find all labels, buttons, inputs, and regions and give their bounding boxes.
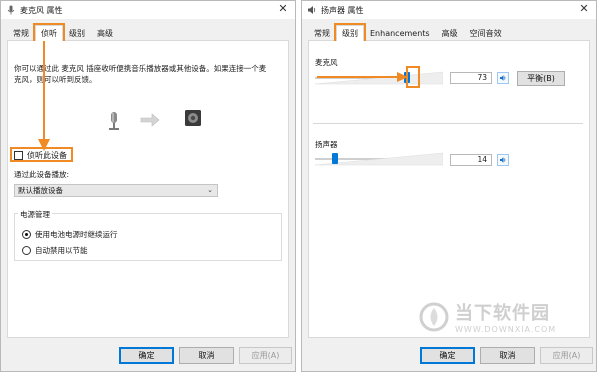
power-option-label: 使用电池电源时继续运行 bbox=[35, 230, 118, 239]
tab-general[interactable]: 常规 bbox=[7, 25, 35, 41]
speaker-icon bbox=[184, 109, 202, 127]
tab-advanced[interactable]: 高级 bbox=[436, 25, 464, 41]
chevron-down-icon: ⌄ bbox=[207, 186, 213, 194]
annotation-arrow bbox=[317, 72, 408, 82]
tab-enhancements[interactable]: Enhancements bbox=[364, 25, 436, 41]
ok-button[interactable]: 确定 bbox=[119, 347, 174, 364]
listen-checkbox[interactable] bbox=[14, 151, 23, 160]
level-value-input[interactable]: 14 bbox=[450, 154, 492, 166]
watermark: 当下软件园 WWW.DOWNXIA.COM bbox=[419, 299, 556, 334]
power-option-disable[interactable]: 自动禁用以节能 bbox=[22, 245, 88, 256]
close-icon[interactable]: ✕ bbox=[578, 3, 590, 15]
radio-button[interactable] bbox=[22, 230, 31, 239]
level-name: 麦克风 bbox=[315, 58, 338, 67]
close-icon[interactable]: ✕ bbox=[277, 3, 289, 15]
arrow-right-icon bbox=[140, 113, 160, 127]
annotation-arrow bbox=[38, 41, 50, 151]
title-bar: 扬声器 属性 ✕ bbox=[302, 1, 596, 19]
tab-listen[interactable]: 侦听 bbox=[33, 23, 65, 43]
watermark-text: 当下软件园 bbox=[455, 303, 550, 324]
tab-strip: 常规 级别 Enhancements 高级 空间音效 bbox=[308, 23, 590, 43]
tab-levels[interactable]: 级别 bbox=[334, 23, 366, 43]
playback-device-select[interactable]: 默认播放设备 ⌄ bbox=[14, 184, 218, 197]
cancel-button[interactable]: 取消 bbox=[480, 347, 535, 364]
description-line: 克风，则可以听到反馈。 bbox=[14, 75, 97, 84]
radio-button[interactable] bbox=[22, 246, 31, 255]
watermark-url: WWW.DOWNXIA.COM bbox=[455, 325, 557, 334]
ok-button[interactable]: 确定 bbox=[420, 347, 475, 364]
tab-strip: 常规 侦听 级别 高级 bbox=[7, 23, 289, 43]
levels-panel: 麦克风 73 平衡(B) 扬声器 14 当下软件园 WWW.DOWNXIA.CO… bbox=[308, 41, 590, 338]
speaker-volume-icon[interactable] bbox=[497, 72, 509, 84]
speaker-volume-icon[interactable] bbox=[497, 154, 509, 166]
slider-thumb[interactable] bbox=[332, 153, 338, 164]
microphone-icon bbox=[104, 111, 124, 133]
tab-general[interactable]: 常规 bbox=[308, 25, 336, 41]
playback-label: 通过此设备播放: bbox=[14, 170, 70, 179]
cancel-button[interactable]: 取消 bbox=[179, 347, 234, 364]
apply-button[interactable]: 应用(A) bbox=[540, 347, 593, 364]
description-line: 你可以通过此 麦克风 插座收听便携音乐播放器或其他设备。如果连接一个麦 bbox=[14, 64, 267, 73]
tab-advanced[interactable]: 高级 bbox=[91, 25, 119, 41]
window-title: 麦克风 属性 bbox=[20, 5, 63, 15]
window-title: 扬声器 属性 bbox=[321, 5, 364, 15]
microphone-icon bbox=[6, 5, 16, 15]
tab-levels[interactable]: 级别 bbox=[63, 25, 91, 41]
balance-button[interactable]: 平衡(B) bbox=[517, 71, 565, 86]
speaker-level-slider[interactable] bbox=[315, 149, 443, 169]
title-bar: 麦克风 属性 ✕ bbox=[1, 1, 295, 19]
playback-select-value: 默认播放设备 bbox=[18, 186, 63, 195]
tab-spatial-sound[interactable]: 空间音效 bbox=[464, 25, 508, 41]
speaker-properties-window: 扬声器 属性 ✕ 常规 级别 Enhancements 高级 空间音效 麦克风 … bbox=[301, 0, 597, 372]
divider bbox=[313, 123, 583, 124]
power-option-label: 自动禁用以节能 bbox=[35, 246, 88, 255]
dialog-buttons: 确定 取消 应用(A) bbox=[302, 347, 596, 365]
microphone-properties-window: 麦克风 属性 ✕ 常规 侦听 级别 高级 你可以通过此 麦克风 插座收听便携音乐… bbox=[0, 0, 296, 372]
power-group-title: 电源管理 bbox=[18, 209, 52, 220]
speaker-volume-icon bbox=[307, 5, 317, 15]
dialog-buttons: 确定 取消 应用(A) bbox=[1, 347, 295, 365]
power-option-continue[interactable]: 使用电池电源时继续运行 bbox=[22, 229, 118, 240]
apply-button[interactable]: 应用(A) bbox=[239, 347, 292, 364]
watermark-logo-icon bbox=[419, 302, 449, 331]
level-value-input[interactable]: 73 bbox=[450, 72, 492, 84]
listen-description: 你可以通过此 麦克风 插座收听便携音乐播放器或其他设备。如果连接一个麦 克风，则… bbox=[14, 63, 290, 85]
